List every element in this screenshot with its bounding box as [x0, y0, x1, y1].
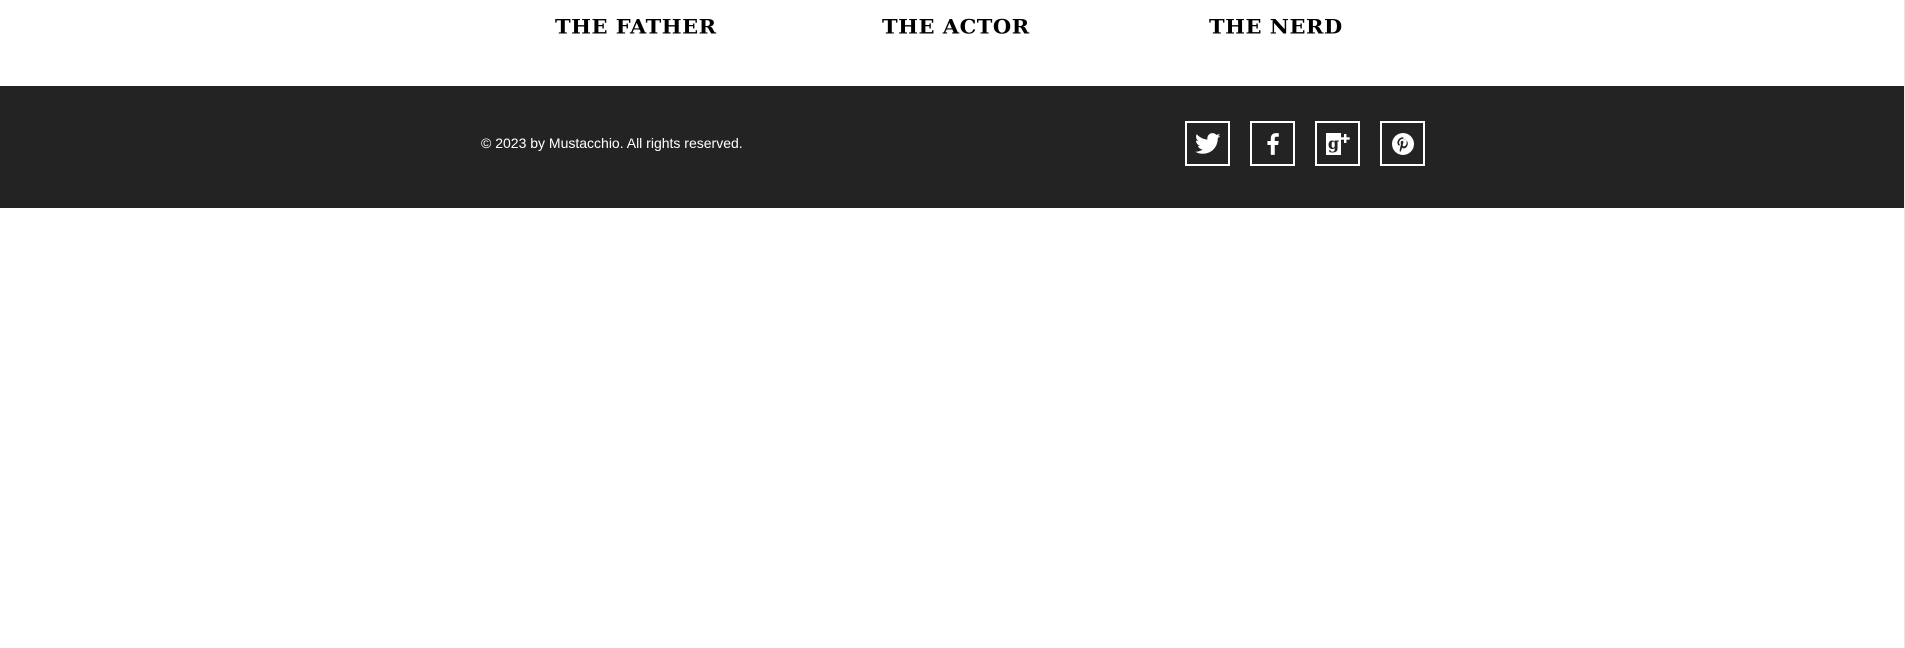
social-links: g [1185, 121, 1425, 166]
google-plus-icon: g [1325, 132, 1350, 155]
twitter-icon [1194, 132, 1220, 154]
site-footer: © 2023 by Mustacchio. All rights reserve… [0, 86, 1904, 208]
pinterest-icon [1391, 132, 1414, 155]
svg-text:g: g [1327, 134, 1338, 153]
heading-the-father: THE FATHER [555, 14, 717, 39]
facebook-icon [1266, 132, 1279, 155]
pinterest-link[interactable] [1380, 121, 1425, 166]
content-area: THE FATHER THE ACTOR THE NERD © 2023 by … [0, 0, 1904, 648]
facebook-link[interactable] [1250, 121, 1295, 166]
twitter-link[interactable] [1185, 121, 1230, 166]
section-headings: THE FATHER THE ACTOR THE NERD [0, 10, 1904, 40]
heading-the-actor: THE ACTOR [882, 14, 1030, 39]
google-plus-link[interactable]: g [1315, 121, 1360, 166]
copyright-text: © 2023 by Mustacchio. All rights reserve… [481, 135, 743, 151]
heading-the-nerd: THE NERD [1209, 14, 1343, 39]
page: THE FATHER THE ACTOR THE NERD © 2023 by … [0, 0, 1905, 648]
